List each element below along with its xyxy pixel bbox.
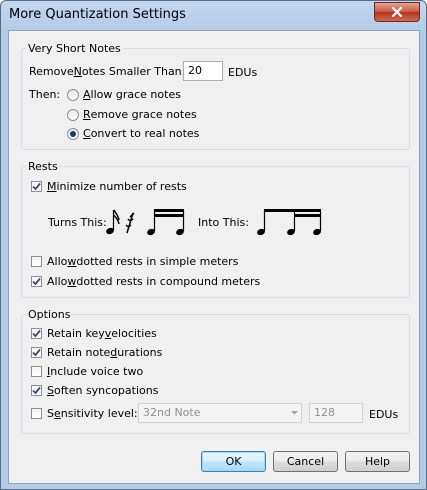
checkbox-unchecked[interactable]	[31, 256, 42, 267]
retain-key-velocities-checkbox[interactable]: Retain key v elocities	[31, 327, 157, 340]
turns-this-notation-icon	[106, 209, 185, 236]
dotted-rests-compound-checkbox[interactable]: Allo w dotted rests in compound meters	[31, 275, 260, 288]
checkbox-checked[interactable]	[31, 385, 42, 396]
then-label: Then:	[29, 88, 61, 101]
include-voice-two-checkbox[interactable]: Include voice two	[31, 365, 143, 378]
sensitivity-unit: EDUs	[369, 408, 399, 421]
checkbox-checked[interactable]	[31, 181, 42, 192]
rests-legend: Rests	[28, 160, 58, 173]
sensitivity-select-value: 32nd Note	[143, 406, 201, 419]
checkbox-checked[interactable]	[31, 328, 42, 339]
close-icon	[391, 7, 403, 17]
dialog-window: More Quantization Settings Very Short No…	[0, 0, 427, 490]
radio-convert-to-real-notes[interactable]: Convert to real notes	[67, 127, 199, 140]
radio-button[interactable]	[67, 108, 79, 121]
soften-syncopations-checkbox[interactable]: Soften syncopations	[31, 384, 158, 397]
check-icon	[32, 386, 41, 395]
dialog-client: Very Short Notes Remove Notes Smaller Th…	[8, 30, 420, 484]
minimize-rests-checkbox[interactable]: Minimize number of rests	[31, 180, 187, 193]
checkbox-checked[interactable]	[31, 347, 42, 358]
options-legend: Options	[28, 308, 71, 321]
check-icon	[32, 277, 41, 286]
radio-button[interactable]	[67, 88, 79, 101]
checkbox-unchecked[interactable]	[31, 408, 42, 419]
sensitivity-level-checkbox[interactable]: Se nsitivity level:	[31, 407, 138, 420]
check-icon	[32, 348, 41, 357]
window-title: More Quantization Settings	[9, 7, 186, 22]
radio-button-selected[interactable]	[67, 127, 79, 140]
turns-this-label: Turns This:	[48, 216, 107, 229]
retain-note-durations-checkbox[interactable]: Retain note d urations	[31, 346, 162, 359]
remove-notes-unit: EDUs	[228, 66, 258, 79]
sensitivity-value-input[interactable]: 128	[309, 403, 363, 423]
into-this-notation-icon	[257, 209, 322, 236]
ok-button[interactable]: OK	[201, 451, 266, 472]
check-icon	[32, 182, 41, 191]
help-button[interactable]: Help	[345, 451, 410, 472]
dotted-rests-simple-checkbox[interactable]: Allo w dotted rests in simple meters	[31, 255, 238, 268]
very-short-notes-legend: Very Short Notes	[28, 42, 121, 55]
close-button[interactable]	[374, 2, 420, 22]
checkbox-unchecked[interactable]	[31, 366, 42, 377]
remove-notes-label: Remove Notes Smaller Than:	[29, 65, 186, 78]
check-icon	[32, 329, 41, 338]
checkbox-checked[interactable]	[31, 276, 42, 287]
radio-allow-grace-notes[interactable]: Allow grace notes	[67, 88, 181, 101]
cancel-button[interactable]: Cancel	[273, 451, 338, 472]
chevron-down-icon	[291, 411, 298, 415]
radio-remove-grace-notes[interactable]: Remove grace notes	[67, 108, 197, 121]
into-this-label: Into This:	[198, 216, 249, 229]
remove-notes-input[interactable]: 20	[183, 61, 223, 81]
sensitivity-select[interactable]: 32nd Note	[138, 403, 302, 423]
title-bar[interactable]: More Quantization Settings	[1, 1, 426, 30]
